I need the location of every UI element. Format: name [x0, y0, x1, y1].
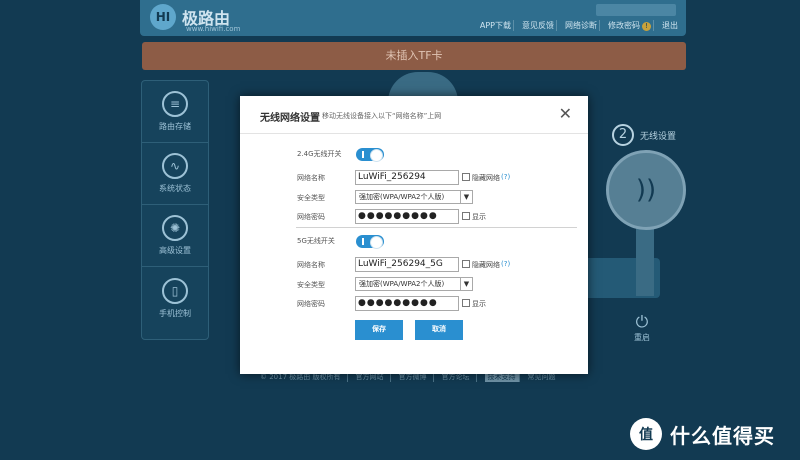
band24-show-checkbox[interactable]	[462, 212, 470, 220]
band24-toggle-label: 2.4G无线开关	[297, 150, 342, 158]
gear-icon: ✺	[162, 215, 188, 241]
band24-password-input[interactable]: ●●●●●●●●●	[355, 209, 459, 224]
band24-security-row: 安全类型 强加密(WPA/WPA2个人版) ▼	[240, 190, 588, 206]
band5-password-row: 网络密码 ●●●●●●●●● 显示	[240, 296, 588, 312]
band5-password-label: 网络密码	[297, 300, 325, 308]
nav-feedback[interactable]: 意见反馈	[520, 20, 557, 31]
nav-diagnose[interactable]: 网络诊断	[563, 20, 600, 31]
warning-icon: !	[642, 22, 651, 31]
band5-hide-label: 隐藏网络	[472, 261, 500, 269]
band24-security-select[interactable]: 强加密(WPA/WPA2个人版) ▼	[355, 190, 473, 204]
power-icon: ⏻	[635, 312, 649, 331]
band24-help-link[interactable]: (?)	[501, 173, 510, 181]
band5-security-value: 强加密(WPA/WPA2个人版)	[359, 280, 445, 288]
band5-ssid-row: 网络名称 LuWiFi_256294_5G 隐藏网络 (?)	[240, 257, 588, 273]
sidebar-item-label: 系统状态	[159, 184, 191, 193]
logo-sub: www.hiwifi.com	[186, 25, 241, 33]
save-button[interactable]: 保存	[355, 320, 403, 340]
band24-hide-checkbox[interactable]	[462, 173, 470, 181]
cancel-button[interactable]: 取消	[415, 320, 463, 340]
band5-ssid-label: 网络名称	[297, 261, 325, 269]
close-icon[interactable]: ✕	[559, 104, 572, 123]
sidebar-item-label: 手机控制	[159, 308, 191, 318]
router-logo: HI 极路由 www.hiwifi.com	[150, 4, 240, 33]
band5-toggle-label: 5G无线开关	[297, 237, 335, 245]
step-wireless-settings: 2 无线设置	[612, 124, 676, 146]
search-box[interactable]	[596, 4, 676, 16]
watermark: 值 什么值得买	[630, 418, 775, 450]
section-divider	[296, 227, 577, 228]
chevron-down-icon: ▼	[460, 278, 472, 290]
step-number: 2	[612, 124, 634, 146]
band24-show-label: 显示	[472, 213, 486, 221]
nav-change-password-label: 修改密码	[608, 21, 640, 30]
band24-security-label: 安全类型	[297, 194, 325, 202]
sidebar-item-label: 路由存储	[159, 122, 191, 131]
band5-help-link[interactable]: (?)	[501, 260, 510, 268]
sidebar-item-phone[interactable]: ▯ 手机控制	[142, 267, 208, 329]
wifi-icon: ))	[606, 150, 686, 230]
band24-toggle[interactable]	[356, 148, 384, 162]
band5-show-checkbox[interactable]	[462, 299, 470, 307]
band5-ssid-input[interactable]: LuWiFi_256294_5G	[355, 257, 459, 272]
nav-app-download[interactable]: APP下载	[478, 20, 514, 31]
sidebar-item-storage[interactable]: ≡ 路由存储	[142, 81, 208, 143]
band5-toggle[interactable]	[356, 235, 384, 249]
watermark-text: 什么值得买	[670, 423, 775, 448]
router-sidebar: ≡ 路由存储 ∿ 系统状态 ✺ 高级设置 ▯ 手机控制	[141, 80, 209, 340]
dialog-subtitle: 移动无线设备接入以下“网络名称”上网	[322, 112, 442, 120]
band5-security-row: 安全类型 强加密(WPA/WPA2个人版) ▼	[240, 277, 588, 293]
dialog-header: 无线网络设置 移动无线设备接入以下“网络名称”上网 ✕	[240, 96, 588, 134]
band24-toggle-row: 2.4G无线开关	[240, 146, 588, 162]
logo-icon: HI	[150, 4, 176, 30]
sidebar-item-status[interactable]: ∿ 系统状态	[142, 143, 208, 205]
watermark-badge: 值	[630, 418, 662, 450]
band24-ssid-row: 网络名称 LuWiFi_256294 隐藏网络 (?)	[240, 170, 588, 186]
tf-card-banner: 未插入TF卡	[142, 42, 686, 70]
step-label: 无线设置	[640, 131, 677, 142]
band5-toggle-row: 5G无线开关	[240, 233, 588, 249]
band24-ssid-input[interactable]: LuWiFi_256294	[355, 170, 459, 185]
band24-ssid-label: 网络名称	[297, 174, 325, 182]
band5-hide-checkbox[interactable]	[462, 260, 470, 268]
band5-security-label: 安全类型	[297, 281, 325, 289]
sidebar-item-advanced[interactable]: ✺ 高级设置	[142, 205, 208, 267]
pulse-icon: ∿	[162, 153, 188, 179]
band5-show-label: 显示	[472, 300, 486, 308]
top-nav: APP下载 意见反馈 网络诊断 修改密码! 退出	[478, 20, 680, 31]
band24-password-row: 网络密码 ●●●●●●●●● 显示	[240, 209, 588, 225]
band24-security-value: 强加密(WPA/WPA2个人版)	[359, 193, 445, 201]
phone-icon: ▯	[162, 277, 188, 304]
dialog-title: 无线网络设置	[260, 113, 320, 124]
reboot-label: 重启	[634, 333, 650, 342]
band24-hide-label: 隐藏网络	[472, 174, 500, 182]
antenna-graphic	[636, 226, 654, 296]
sidebar-item-label: 高级设置	[159, 246, 191, 255]
band5-password-input[interactable]: ●●●●●●●●●	[355, 296, 459, 311]
wireless-settings-dialog: 无线网络设置 移动无线设备接入以下“网络名称”上网 ✕ 2.4G无线开关 网络名…	[240, 96, 588, 374]
band5-security-select[interactable]: 强加密(WPA/WPA2个人版) ▼	[355, 277, 473, 291]
reboot-button[interactable]: ⏻ 重启	[628, 312, 656, 343]
chevron-down-icon: ▼	[460, 191, 472, 203]
nav-change-password[interactable]: 修改密码!	[606, 20, 654, 31]
router-header: HI 极路由 www.hiwifi.com APP下载 意见反馈 网络诊断 修改…	[140, 0, 686, 36]
nav-logout[interactable]: 退出	[660, 20, 680, 31]
band24-password-label: 网络密码	[297, 213, 325, 221]
database-icon: ≡	[162, 91, 188, 117]
